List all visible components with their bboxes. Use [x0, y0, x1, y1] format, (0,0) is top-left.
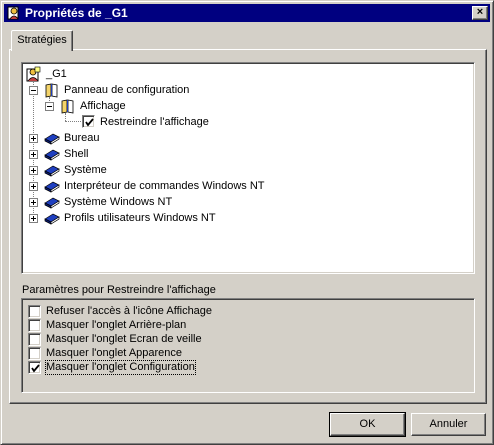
title-bar[interactable]: Propriétés de _G1 ×: [4, 4, 490, 22]
checkmark-icon: [85, 118, 94, 127]
book-closed-icon: [44, 165, 60, 177]
option-checkbox[interactable]: [28, 361, 41, 374]
policy-tree[interactable]: _G1 Panneau de configuration Affichage R…: [21, 62, 475, 274]
option-checkbox[interactable]: [28, 305, 41, 318]
book-closed-icon: [44, 133, 60, 145]
tree-item-interpreteur[interactable]: Interpréteur de commandes Windows NT: [28, 178, 388, 194]
book-closed-icon: [44, 197, 60, 209]
window-title: Propriétés de _G1: [25, 6, 128, 20]
option-checkbox[interactable]: [28, 333, 41, 346]
expand-icon[interactable]: [29, 150, 38, 159]
expand-icon[interactable]: [29, 198, 38, 207]
book-closed-icon: [44, 149, 60, 161]
cancel-button[interactable]: Annuler: [411, 413, 486, 436]
params-label: Paramètres pour Restreindre l'affichage: [22, 284, 216, 296]
tab-label: Stratégies: [17, 34, 67, 46]
tree-item-label: Shell: [64, 148, 89, 160]
option-label: Masquer l'onglet Arrière-plan: [46, 319, 187, 331]
option-label: Masquer l'onglet Configuration: [45, 360, 196, 375]
tab-strategies[interactable]: Stratégies: [11, 30, 73, 51]
book-open-icon: [61, 99, 74, 114]
tree-connector: [65, 113, 66, 121]
tree-root-label: _G1: [46, 68, 67, 80]
close-button[interactable]: ×: [472, 6, 488, 20]
tree-connector: [65, 121, 81, 122]
policy-properties-window: Propriétés de _G1 × Stratégies _G1 Panne…: [0, 0, 494, 445]
tree-item-label: Système: [64, 164, 107, 176]
tree-item-panneau[interactable]: Panneau de configuration: [28, 82, 328, 98]
tree-item-label: Bureau: [64, 132, 100, 144]
option-checkbox[interactable]: [28, 319, 41, 332]
checkmark-icon: [31, 364, 40, 373]
tree-item-systeme-nt[interactable]: Système Windows NT: [28, 194, 328, 210]
expand-icon[interactable]: [29, 214, 38, 223]
tree-item-label: Restreindre l'affichage: [100, 116, 209, 128]
params-panel: Refuser l'accès à l'icône Affichage Masq…: [21, 298, 475, 393]
policy-checkbox[interactable]: [82, 115, 95, 128]
expand-icon[interactable]: [29, 134, 38, 143]
collapse-icon[interactable]: [29, 86, 38, 95]
option-checkbox[interactable]: [28, 347, 41, 360]
expand-icon[interactable]: [29, 182, 38, 191]
option-label: Refuser l'accès à l'icône Affichage: [46, 305, 213, 317]
option-label: Masquer l'onglet Apparence: [46, 347, 183, 359]
tree-item-shell[interactable]: Shell: [28, 146, 328, 162]
book-open-icon: [45, 83, 58, 98]
tree-item-restreindre[interactable]: Restreindre l'affichage: [82, 114, 382, 130]
ok-button[interactable]: OK: [329, 412, 406, 437]
book-closed-icon: [44, 181, 60, 193]
tree-item-bureau[interactable]: Bureau: [28, 130, 328, 146]
policy-window-icon: [7, 6, 19, 20]
close-icon: ×: [476, 6, 484, 18]
book-closed-icon: [44, 213, 60, 225]
tree-item-systeme[interactable]: Système: [28, 162, 328, 178]
tree-item-label: Affichage: [80, 100, 126, 112]
tree-item-label: Système Windows NT: [64, 196, 173, 208]
tree-item-profils[interactable]: Profils utilisateurs Windows NT: [28, 210, 368, 226]
tree-item-label: Interpréteur de commandes Windows NT: [64, 180, 265, 192]
tree-item-affichage[interactable]: Affichage: [44, 98, 344, 114]
tree-item-label: Panneau de configuration: [64, 84, 190, 96]
collapse-icon[interactable]: [45, 102, 54, 111]
option-label: Masquer l'onglet Ecran de veille: [46, 333, 202, 345]
expand-icon[interactable]: [29, 166, 38, 175]
tree-item-label: Profils utilisateurs Windows NT: [64, 212, 216, 224]
policy-user-icon: [26, 66, 41, 82]
